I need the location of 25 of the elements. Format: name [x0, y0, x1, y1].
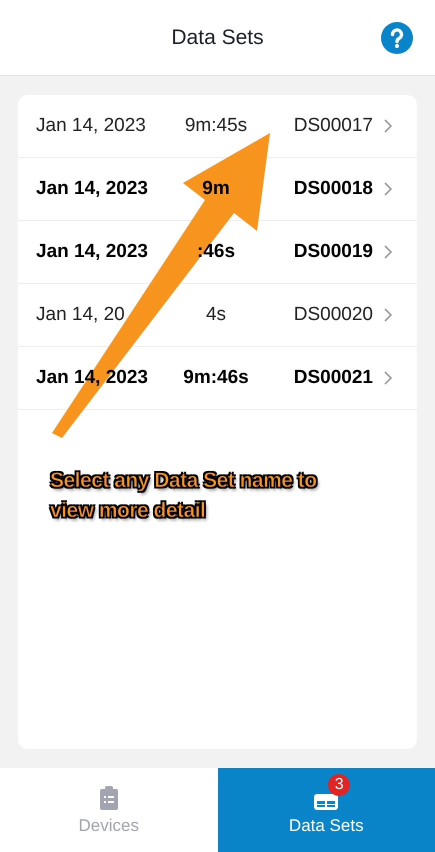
data-set-name: DS00018 — [292, 178, 373, 200]
duration-text: 4s — [204, 304, 228, 326]
annotation-text: Select any Data Set name to view more detail — [50, 468, 318, 524]
data-set-name: DS00019 — [292, 241, 373, 263]
data-set-name: DS00020 — [292, 304, 373, 326]
tab-button[interactable]: 3 Data Sets — [218, 768, 435, 852]
count-badge: 3 — [328, 774, 350, 796]
clipboard-icon — [100, 786, 118, 810]
duration-text: 9m:46s — [182, 367, 250, 389]
chevron-icon — [383, 118, 393, 134]
help-icon[interactable] — [381, 22, 413, 54]
chevron-icon — [383, 244, 393, 260]
chevron-icon — [383, 181, 393, 197]
chevron-icon — [383, 307, 393, 323]
table-icon — [314, 794, 338, 810]
page-title: Data Sets — [171, 26, 264, 50]
duration-text: 9m — [201, 178, 231, 200]
data-set-name: DS00017 — [292, 115, 373, 137]
chevron-icon — [383, 370, 393, 386]
data-set-name: DS00021 — [292, 367, 373, 389]
date-text: Jan 14, 2023 — [36, 115, 147, 137]
date-text: Jan 14, 2023 — [36, 241, 149, 263]
date-text: Jan 14, 20 — [36, 304, 126, 326]
date-text: Jan 14, 2023 — [36, 178, 149, 200]
duration-text: 9m:45s — [184, 115, 248, 137]
